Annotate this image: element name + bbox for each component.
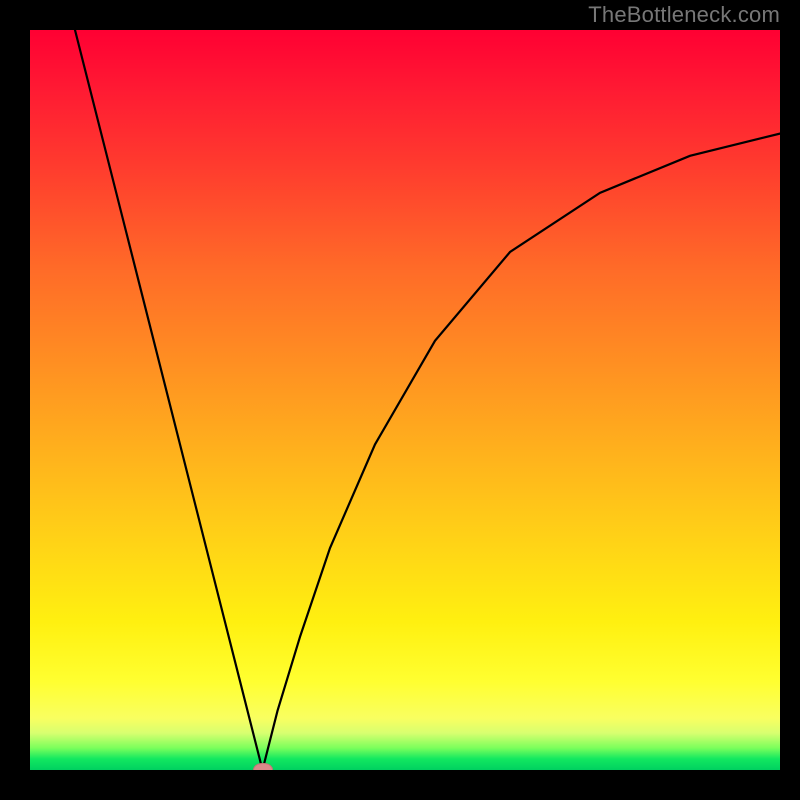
minimum-marker [253, 763, 273, 770]
chart-root: TheBottleneck.com [0, 0, 800, 800]
plot-area [30, 30, 780, 770]
curve-left-branch [75, 30, 263, 770]
curve-right-branch [263, 134, 781, 770]
curve-svg [30, 30, 780, 770]
watermark-text: TheBottleneck.com [588, 2, 780, 28]
